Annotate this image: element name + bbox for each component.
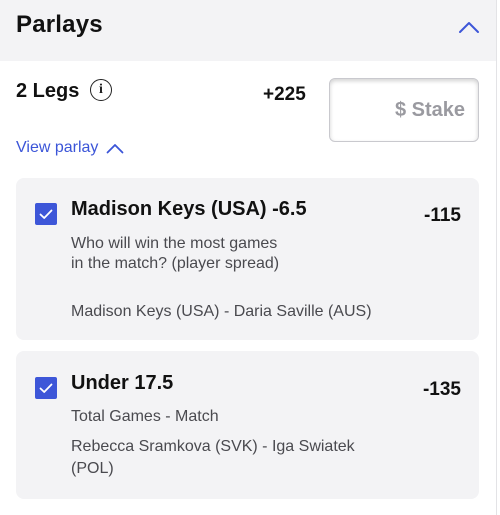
view-parlay-label: View parlay	[16, 139, 99, 156]
parlay-odds: +225	[263, 84, 306, 105]
stake-input[interactable]	[329, 78, 479, 142]
collapse-panel-button[interactable]	[455, 14, 483, 40]
checkmark-icon	[39, 383, 53, 393]
view-parlay-toggle[interactable]: View parlay	[16, 139, 124, 157]
leg-market: Who will win the most games in the match…	[71, 235, 280, 272]
panel-title: Parlays	[16, 11, 103, 38]
leg-odds: -115	[424, 205, 461, 226]
chevron-up-icon	[107, 143, 124, 153]
checkmark-icon	[39, 209, 53, 219]
leg-checkbox[interactable]	[35, 203, 57, 225]
legs-count: 2 Legs	[16, 80, 80, 102]
leg-market: Total Games - Match	[71, 408, 219, 425]
leg-match: Madison Keys (USA) - Daria Saville (AUS)	[71, 303, 372, 320]
leg-selection: Under 17.5	[71, 372, 174, 394]
leg-match: Rebecca Sramkova (SVK) - Iga Swiatek (PO…	[71, 438, 355, 477]
parlay-leg-card: Under 17.5 -135 Total Games - Match Rebe…	[16, 351, 479, 499]
parlay-leg-card: Madison Keys (USA) -6.5 -115 Who will wi…	[16, 178, 479, 340]
leg-checkbox[interactable]	[35, 377, 57, 399]
info-icon[interactable]: i	[90, 79, 112, 101]
parlays-header: Parlays	[0, 0, 496, 61]
parlays-panel: Parlays 2 Legs i +225 View parlay Madiso…	[0, 0, 497, 515]
chevron-up-icon	[459, 22, 479, 33]
leg-odds: -135	[422, 379, 461, 400]
leg-selection: Madison Keys (USA) -6.5	[71, 198, 307, 220]
